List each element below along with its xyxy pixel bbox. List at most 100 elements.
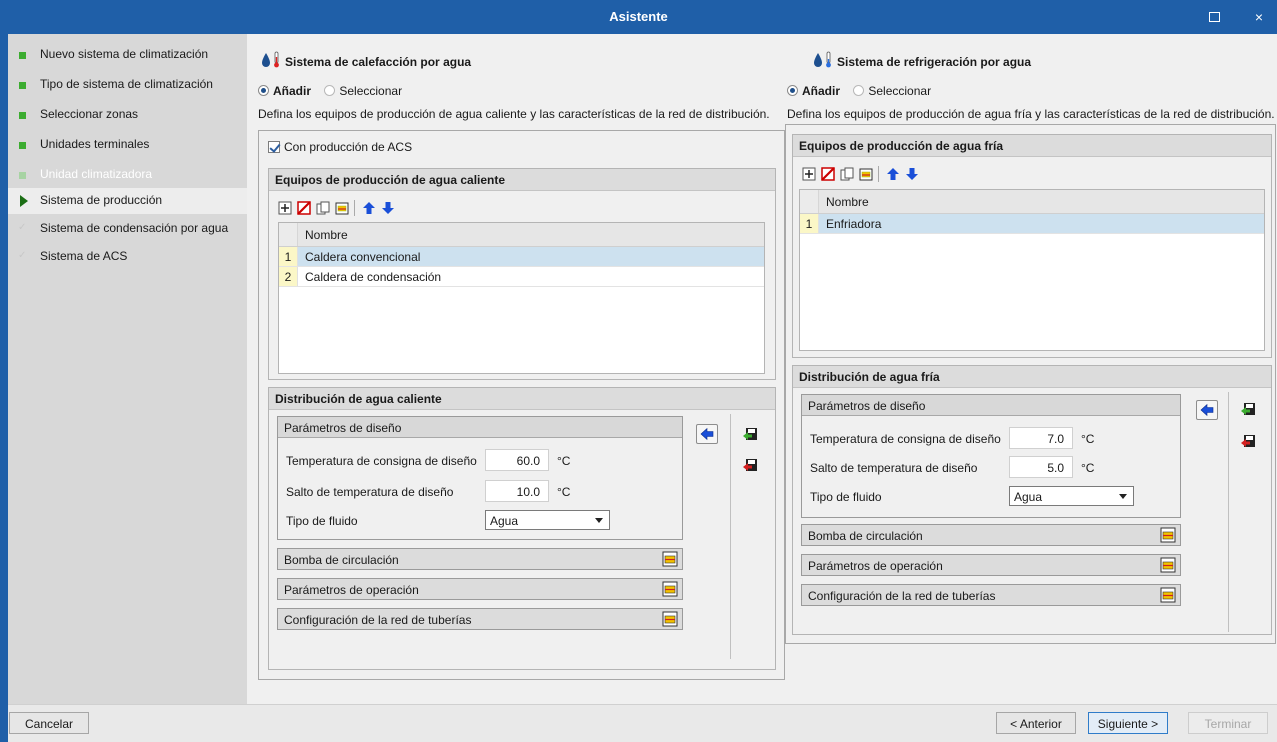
maximize-icon xyxy=(1208,12,1220,22)
expand-icon[interactable] xyxy=(662,611,678,627)
import-icon[interactable] xyxy=(1240,400,1258,418)
heating-frame: Con producción de ACS Equipos de producc… xyxy=(258,130,785,680)
drop-thermometer-icon xyxy=(814,51,831,68)
heating-distribution-title: Distribución de agua caliente xyxy=(269,388,775,410)
cooling-design-params-panel: Parámetros de diseño Temperatura de cons… xyxy=(801,394,1181,518)
sidebar-item-label: Sistema de ACS xyxy=(40,249,128,263)
heating-select-radio[interactable] xyxy=(324,85,336,96)
edit-icon[interactable] xyxy=(335,201,349,215)
copy-icon[interactable] xyxy=(316,201,330,215)
heating-operation-label: Parámetros de operación xyxy=(284,583,419,597)
cooling-add-radio[interactable] xyxy=(787,85,798,96)
add-icon[interactable] xyxy=(802,167,816,181)
cooling-equipment-title: Equipos de producción de agua fría xyxy=(793,135,1271,157)
heating-setpoint-label: Temperatura de consigna de diseño xyxy=(286,454,477,468)
cooling-frame: Equipos de producción de agua fría Nombr… xyxy=(785,124,1276,644)
sidebar-item-seleccionar-zonas[interactable]: Seleccionar zonas xyxy=(8,102,247,128)
cooling-apply-button[interactable] xyxy=(1196,400,1218,420)
wizard-body: Nuevo sistema de climatización Tipo de s… xyxy=(8,34,1277,742)
heating-network-panel[interactable]: Configuración de la red de tuberías xyxy=(277,608,683,630)
cooling-setpoint-input[interactable]: 7.0 xyxy=(1009,427,1073,449)
sidebar-item-label: Sistema de producción xyxy=(40,193,163,207)
expand-icon[interactable] xyxy=(1160,587,1176,603)
step-done-icon xyxy=(19,52,26,59)
heating-setpoint-unit: °C xyxy=(557,454,571,468)
heating-fluid-select[interactable]: Agua xyxy=(485,510,610,530)
sidebar-item-unidades-terminales[interactable]: Unidades terminales xyxy=(8,132,247,158)
header-num-cell xyxy=(279,223,298,246)
cancel-button[interactable]: Cancelar xyxy=(9,712,89,734)
heating-select-label: Seleccionar xyxy=(339,84,403,98)
heating-pump-panel[interactable]: Bomba de circulación xyxy=(277,548,683,570)
cooling-select-radio[interactable] xyxy=(853,85,865,96)
step-pending-icon: ✓ xyxy=(18,222,27,233)
move-down-icon[interactable] xyxy=(905,167,919,181)
heating-add-radio[interactable] xyxy=(258,85,269,96)
sidebar-item-label: Nuevo sistema de climatización xyxy=(40,47,209,61)
cooling-fluid-label: Tipo de fluido xyxy=(810,490,882,504)
table-row[interactable]: 1 Caldera convencional xyxy=(279,247,764,267)
previous-button[interactable]: < Anterior xyxy=(996,712,1076,734)
heating-equipment-box: Equipos de producción de agua caliente N… xyxy=(268,168,776,380)
cooling-fluid-value: Agua xyxy=(1014,490,1043,504)
step-done-icon xyxy=(19,112,26,119)
current-step-arrow-icon xyxy=(20,195,28,207)
move-up-icon[interactable] xyxy=(362,201,376,215)
window-title: Asistente xyxy=(609,9,668,24)
heating-network-label: Configuración de la red de tuberías xyxy=(284,613,472,627)
heating-equipment-toolbar xyxy=(278,199,438,217)
acs-checkbox[interactable]: Con producción de ACS xyxy=(268,140,412,154)
expand-icon[interactable] xyxy=(662,581,678,597)
delete-icon[interactable] xyxy=(821,167,835,181)
arrow-left-icon xyxy=(700,427,714,441)
expand-icon[interactable] xyxy=(1160,527,1176,543)
cooling-operation-panel[interactable]: Parámetros de operación xyxy=(801,554,1181,576)
heating-apply-button[interactable] xyxy=(696,424,718,444)
sidebar-item-condensacion[interactable]: ✓ Sistema de condensación por agua xyxy=(8,216,247,242)
cooling-delta-input[interactable]: 5.0 xyxy=(1009,456,1073,478)
expand-icon[interactable] xyxy=(662,551,678,567)
cooling-mode-radios: Añadir Seleccionar xyxy=(787,84,941,100)
cooling-select-label: Seleccionar xyxy=(868,84,932,98)
heating-design-params-title[interactable]: Parámetros de diseño xyxy=(278,417,682,438)
heating-setpoint-input[interactable]: 60.0 xyxy=(485,449,549,471)
sidebar-item-tipo-sistema[interactable]: Tipo de sistema de climatización xyxy=(8,72,247,98)
row-name: Caldera convencional xyxy=(305,250,421,264)
edit-icon[interactable] xyxy=(859,167,873,181)
acs-checkbox-box[interactable] xyxy=(268,141,280,153)
export-icon[interactable] xyxy=(742,456,760,474)
header-num-cell xyxy=(800,190,819,213)
cooling-description: Defina los equipos de producción de agua… xyxy=(787,107,1275,121)
heating-distribution-box: Distribución de agua caliente Parámetros… xyxy=(268,387,776,670)
table-row[interactable]: 1 Enfriadora xyxy=(800,214,1264,234)
cooling-equipment-table: Nombre 1 Enfriadora xyxy=(799,189,1265,351)
cooling-fluid-select[interactable]: Agua xyxy=(1009,486,1134,506)
copy-icon[interactable] xyxy=(840,167,854,181)
table-row[interactable]: 2 Caldera de condensación xyxy=(279,267,764,287)
sidebar-item-nuevo-sistema[interactable]: Nuevo sistema de climatización xyxy=(8,42,247,68)
move-down-icon[interactable] xyxy=(381,201,395,215)
maximize-button[interactable] xyxy=(1205,8,1223,26)
sidebar-item-acs[interactable]: ✓ Sistema de ACS xyxy=(8,244,247,270)
cooling-equipment-toolbar xyxy=(802,165,962,183)
heating-operation-panel[interactable]: Parámetros de operación xyxy=(277,578,683,600)
sidebar-item-sistema-produccion[interactable]: Sistema de producción xyxy=(8,188,247,214)
import-icon[interactable] xyxy=(742,425,760,443)
next-button[interactable]: Siguiente > xyxy=(1088,712,1168,734)
delete-icon[interactable] xyxy=(297,201,311,215)
expand-icon[interactable] xyxy=(1160,557,1176,573)
add-icon[interactable] xyxy=(278,201,292,215)
move-up-icon[interactable] xyxy=(886,167,900,181)
cooling-network-panel[interactable]: Configuración de la red de tuberías xyxy=(801,584,1181,606)
column-header-nombre: Nombre xyxy=(305,228,348,242)
step-pending-icon: ✓ xyxy=(18,250,27,261)
export-icon[interactable] xyxy=(1240,432,1258,450)
cooling-pump-label: Bomba de circulación xyxy=(808,529,923,543)
cooling-design-params-title[interactable]: Parámetros de diseño xyxy=(802,395,1180,416)
row-number: 2 xyxy=(279,267,298,286)
cooling-distribution-box: Distribución de agua fría Parámetros de … xyxy=(792,365,1272,635)
heating-delta-input[interactable]: 10.0 xyxy=(485,480,549,502)
title-bar: Asistente × xyxy=(0,0,1277,34)
close-button[interactable]: × xyxy=(1250,8,1268,26)
cooling-pump-panel[interactable]: Bomba de circulación xyxy=(801,524,1181,546)
